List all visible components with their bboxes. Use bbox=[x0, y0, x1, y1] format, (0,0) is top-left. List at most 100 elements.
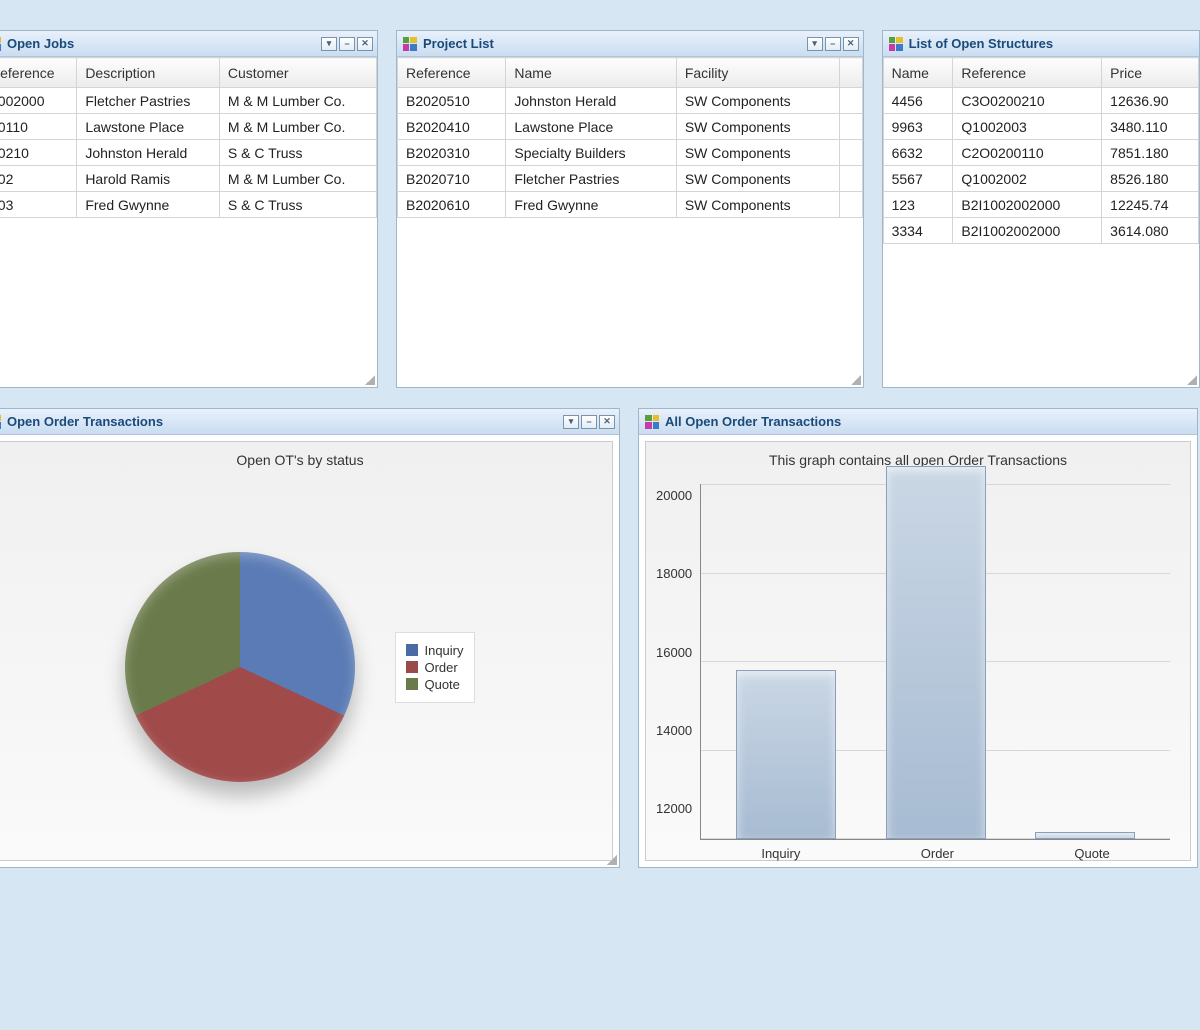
table-row[interactable]: 4456C3O020021012636.90 bbox=[883, 88, 1198, 114]
table-cell[interactable] bbox=[840, 166, 863, 192]
dropdown-icon[interactable]: ▾ bbox=[807, 37, 823, 51]
col-header[interactable]: Name bbox=[883, 58, 953, 88]
table-cell[interactable] bbox=[840, 140, 863, 166]
resize-grip-icon[interactable] bbox=[607, 855, 617, 865]
panel-header[interactable]: List of Open Structures bbox=[883, 31, 1199, 57]
table-cell[interactable] bbox=[840, 192, 863, 218]
table-row[interactable]: B2020510Johnston HeraldSW Components bbox=[397, 88, 862, 114]
col-header[interactable]: Facility bbox=[676, 58, 839, 88]
table-cell[interactable]: M & M Lumber Co. bbox=[219, 166, 376, 192]
minimize-icon[interactable]: − bbox=[581, 415, 597, 429]
table-cell[interactable]: S & C Truss bbox=[219, 140, 376, 166]
table-cell[interactable]: M & M Lumber Co. bbox=[219, 114, 376, 140]
table-cell[interactable]: B2020710 bbox=[397, 166, 505, 192]
table-cell[interactable]: 003 bbox=[0, 192, 77, 218]
table-cell[interactable]: 12636.90 bbox=[1102, 88, 1199, 114]
table-cell[interactable]: Johnston Herald bbox=[77, 140, 220, 166]
table-cell[interactable]: M & M Lumber Co. bbox=[219, 88, 376, 114]
table-row[interactable]: 123B2I100200200012245.74 bbox=[883, 192, 1198, 218]
col-header[interactable]: Reference bbox=[397, 58, 505, 88]
dropdown-icon[interactable]: ▾ bbox=[563, 415, 579, 429]
table-row[interactable]: B2020410Lawstone PlaceSW Components bbox=[397, 114, 862, 140]
table-cell[interactable]: Fletcher Pastries bbox=[77, 88, 220, 114]
resize-grip-icon[interactable] bbox=[1187, 375, 1197, 385]
dropdown-icon[interactable]: ▾ bbox=[321, 37, 337, 51]
panel-header[interactable]: Open Order Transactions ▾ − ✕ bbox=[0, 409, 619, 435]
col-header[interactable]: Description bbox=[77, 58, 220, 88]
table-cell[interactable]: S & C Truss bbox=[219, 192, 376, 218]
table-cell[interactable]: 6632 bbox=[883, 140, 953, 166]
col-header[interactable]: Reference bbox=[953, 58, 1102, 88]
table-row[interactable]: 002Harold RamisM & M Lumber Co. bbox=[0, 166, 376, 192]
table-cell[interactable]: Lawstone Place bbox=[77, 114, 220, 140]
table-cell[interactable]: Lawstone Place bbox=[506, 114, 676, 140]
table-cell[interactable]: Harold Ramis bbox=[77, 166, 220, 192]
table-cell[interactable]: SW Components bbox=[676, 140, 839, 166]
table-cell[interactable]: SW Components bbox=[676, 114, 839, 140]
table-cell[interactable]: 3614.080 bbox=[1102, 218, 1199, 244]
table-cell[interactable]: 00110 bbox=[0, 114, 77, 140]
table-cell[interactable]: 5567 bbox=[883, 166, 953, 192]
table-row[interactable]: B2020310Specialty BuildersSW Components bbox=[397, 140, 862, 166]
table-cell[interactable]: 12245.74 bbox=[1102, 192, 1199, 218]
table-cell[interactable]: B2I1002002000 bbox=[953, 218, 1102, 244]
table-cell[interactable]: 9963 bbox=[883, 114, 953, 140]
col-header[interactable] bbox=[840, 58, 863, 88]
table-cell[interactable]: C3O0200210 bbox=[953, 88, 1102, 114]
table-cell[interactable]: B2020510 bbox=[397, 88, 505, 114]
table-row[interactable]: 3334B2I10020020003614.080 bbox=[883, 218, 1198, 244]
table-row[interactable]: 6632C2O02001107851.180 bbox=[883, 140, 1198, 166]
table-cell[interactable]: 7851.180 bbox=[1102, 140, 1199, 166]
table-row[interactable]: 2002000Fletcher PastriesM & M Lumber Co. bbox=[0, 88, 376, 114]
table-cell[interactable]: Fred Gwynne bbox=[506, 192, 676, 218]
table-cell[interactable]: Q1002002 bbox=[953, 166, 1102, 192]
col-header[interactable]: Reference bbox=[0, 58, 77, 88]
col-header[interactable]: Name bbox=[506, 58, 676, 88]
table-row[interactable]: 00110Lawstone PlaceM & M Lumber Co. bbox=[0, 114, 376, 140]
table-cell[interactable]: Specialty Builders bbox=[506, 140, 676, 166]
table-row[interactable]: B2020610Fred GwynneSW Components bbox=[397, 192, 862, 218]
panel-header[interactable]: Project List ▾ − ✕ bbox=[397, 31, 863, 57]
table-cell[interactable] bbox=[840, 88, 863, 114]
table-cell[interactable]: 123 bbox=[883, 192, 953, 218]
panel-header[interactable]: Open Jobs ▾ − ✕ bbox=[0, 31, 377, 57]
table-cell[interactable]: 4456 bbox=[883, 88, 953, 114]
table-cell[interactable]: 00210 bbox=[0, 140, 77, 166]
table-cell[interactable] bbox=[840, 114, 863, 140]
panel-header[interactable]: All Open Order Transactions bbox=[639, 409, 1197, 435]
project-list-grid[interactable]: Reference Name Facility B2020510Johnston… bbox=[397, 57, 863, 218]
table-cell[interactable]: 3334 bbox=[883, 218, 953, 244]
close-icon[interactable]: ✕ bbox=[843, 37, 859, 51]
table-cell[interactable]: 2002000 bbox=[0, 88, 77, 114]
close-icon[interactable]: ✕ bbox=[599, 415, 615, 429]
table-row[interactable]: B2020710Fletcher PastriesSW Components bbox=[397, 166, 862, 192]
table-row[interactable]: 00210Johnston HeraldS & C Truss bbox=[0, 140, 376, 166]
table-cell[interactable]: B2020410 bbox=[397, 114, 505, 140]
structures-grid[interactable]: Name Reference Price 4456C3O020021012636… bbox=[883, 57, 1199, 244]
table-cell[interactable]: B2020610 bbox=[397, 192, 505, 218]
table-row[interactable]: 5567Q10020028526.180 bbox=[883, 166, 1198, 192]
close-icon[interactable]: ✕ bbox=[357, 37, 373, 51]
table-cell[interactable]: SW Components bbox=[676, 192, 839, 218]
minimize-icon[interactable]: − bbox=[825, 37, 841, 51]
minimize-icon[interactable]: − bbox=[339, 37, 355, 51]
table-row[interactable]: 003Fred GwynneS & C Truss bbox=[0, 192, 376, 218]
table-cell[interactable]: Johnston Herald bbox=[506, 88, 676, 114]
table-cell[interactable]: 3480.110 bbox=[1102, 114, 1199, 140]
col-header[interactable]: Customer bbox=[219, 58, 376, 88]
table-cell[interactable]: SW Components bbox=[676, 166, 839, 192]
table-cell[interactable]: Fred Gwynne bbox=[77, 192, 220, 218]
col-header[interactable]: Price bbox=[1102, 58, 1199, 88]
table-row[interactable]: 9963Q10020033480.110 bbox=[883, 114, 1198, 140]
resize-grip-icon[interactable] bbox=[365, 375, 375, 385]
table-cell[interactable]: B2I1002002000 bbox=[953, 192, 1102, 218]
table-cell[interactable]: 8526.180 bbox=[1102, 166, 1199, 192]
table-cell[interactable]: SW Components bbox=[676, 88, 839, 114]
table-cell[interactable]: Q1002003 bbox=[953, 114, 1102, 140]
open-jobs-grid[interactable]: Reference Description Customer 2002000Fl… bbox=[0, 57, 377, 218]
table-cell[interactable]: Fletcher Pastries bbox=[506, 166, 676, 192]
table-cell[interactable]: 002 bbox=[0, 166, 77, 192]
table-cell[interactable]: B2020310 bbox=[397, 140, 505, 166]
resize-grip-icon[interactable] bbox=[851, 375, 861, 385]
table-cell[interactable]: C2O0200110 bbox=[953, 140, 1102, 166]
